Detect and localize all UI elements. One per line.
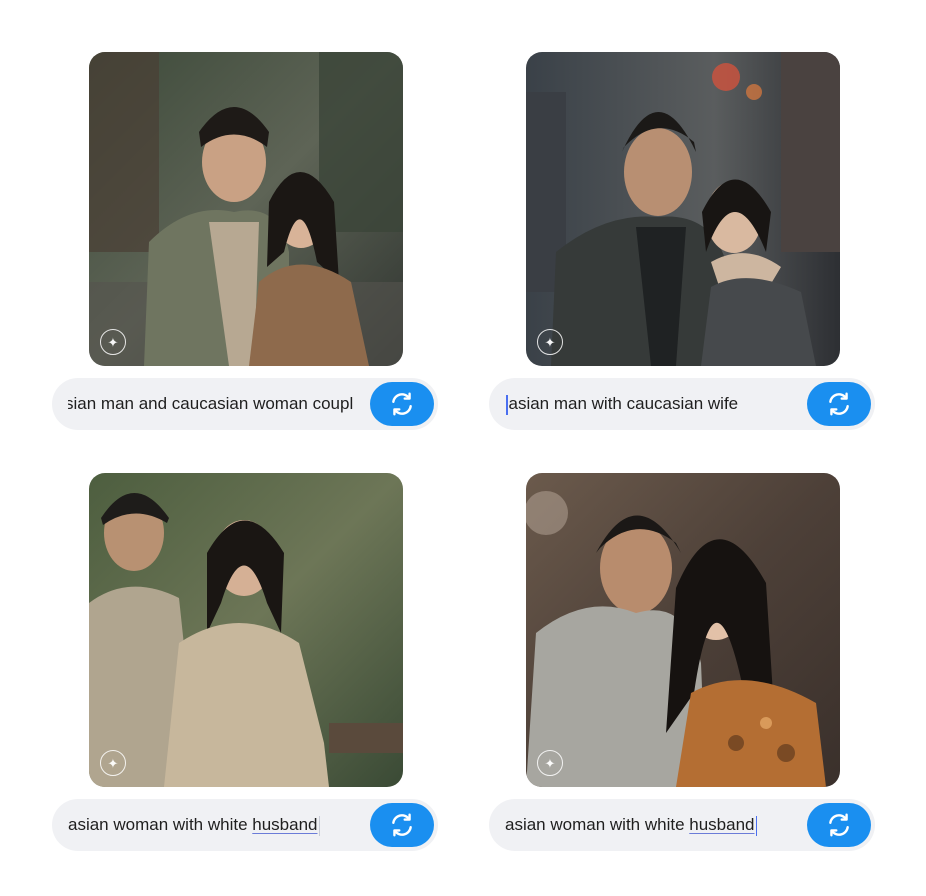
text-caret [318,815,320,836]
prompt-text: asian woman with white [68,815,253,834]
prompt-input-2[interactable]: asian man with caucasian wife [505,378,801,430]
regenerate-button-2[interactable] [807,382,871,426]
generated-image-3[interactable]: ✦ [89,473,403,787]
prompt-misspelled-word: husband [252,815,318,834]
prompt-input-1[interactable]: sian man and caucasian woman coupl [68,378,364,430]
sparkle-icon: ✦ [537,329,563,355]
generated-image-4[interactable]: ✦ [526,473,840,787]
regenerate-button-1[interactable] [370,382,434,426]
image-results-grid: ✦ sian man and caucasian woman coupl ✦ a… [0,0,926,896]
prompt-input-3[interactable]: asian woman with white husband [68,799,364,851]
prompt-bar-2[interactable]: asian man with caucasian wife [489,378,875,430]
generated-image-1[interactable]: ✦ [89,52,403,366]
prompt-bar-3[interactable]: asian woman with white husband [52,799,438,851]
prompt-text: sian man and caucasian woman coupl [68,394,354,413]
prompt-bar-4[interactable]: asian woman with white husband [489,799,875,851]
regenerate-button-3[interactable] [370,803,434,847]
refresh-icon [392,392,412,416]
text-caret [755,815,757,836]
prompt-text: asian woman with white [505,815,690,834]
prompt-input-4[interactable]: asian woman with white husband [505,799,801,851]
prompt-bar-1[interactable]: sian man and caucasian woman coupl [52,378,438,430]
text-caret [506,394,508,415]
prompt-misspelled-word: husband [689,815,755,834]
sparkle-icon: ✦ [100,329,126,355]
refresh-icon [392,813,412,837]
sparkle-icon: ✦ [537,750,563,776]
regenerate-button-4[interactable] [807,803,871,847]
refresh-icon [829,392,849,416]
refresh-icon [829,813,849,837]
prompt-text: asian man with caucasian wife [508,394,739,413]
sparkle-icon: ✦ [100,750,126,776]
generated-image-2[interactable]: ✦ [526,52,840,366]
